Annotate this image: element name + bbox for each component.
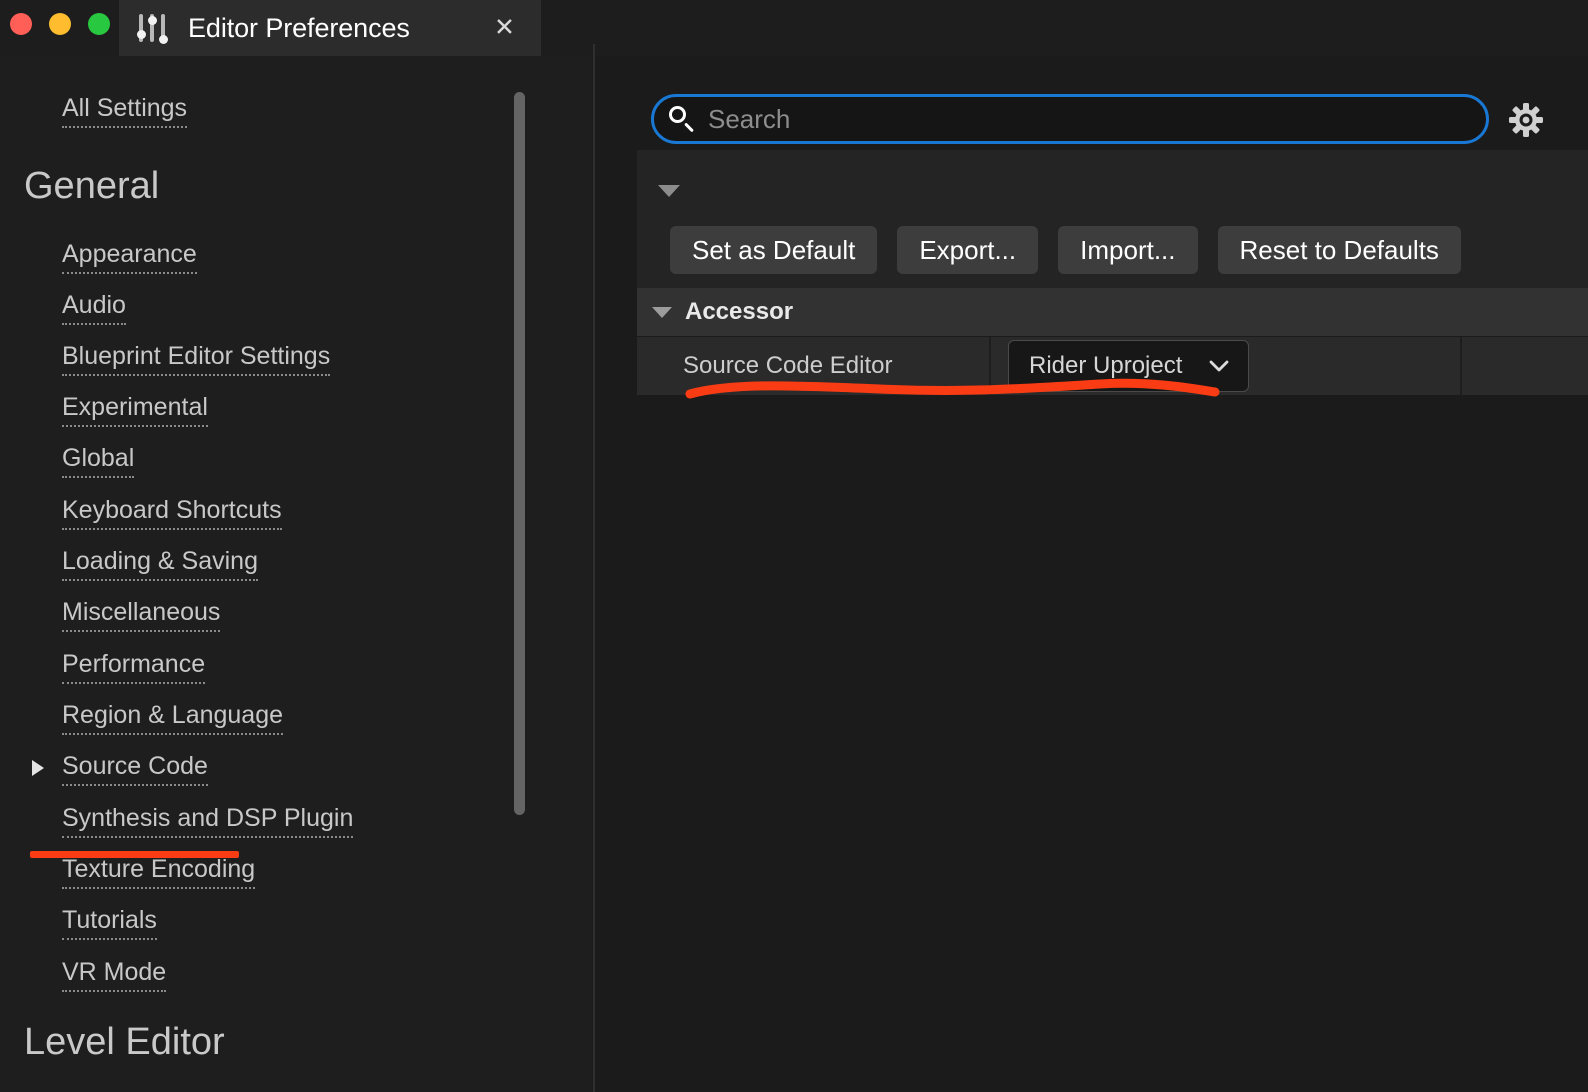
sidebar-heading-level-editor: Level Editor	[24, 1021, 225, 1063]
sidebar-item-label: Performance	[62, 650, 206, 684]
traffic-lights	[10, 13, 110, 35]
set-as-default-button[interactable]: Set as Default	[670, 226, 878, 274]
sidebar-item-source-code[interactable]: Source Code	[62, 752, 208, 786]
property-group-label: Accessor	[685, 298, 794, 325]
close-icon[interactable]: ✕	[494, 15, 515, 41]
gear-icon[interactable]	[1508, 102, 1544, 138]
window-tab[interactable]: Editor Preferences ✕	[119, 0, 541, 56]
sidebar-item-blueprint-editor-settings[interactable]: Blueprint Editor Settings	[62, 342, 331, 376]
sidebar-item-texture-encoding[interactable]: Texture Encoding	[62, 855, 256, 889]
sidebar-item-keyboard-shortcuts[interactable]: Keyboard Shortcuts	[62, 496, 282, 530]
sidebar-item-all-settings[interactable]: All Settings	[62, 94, 188, 128]
chevron-down-icon[interactable]	[652, 306, 672, 318]
window-title: Editor Preferences	[188, 12, 410, 43]
sidebar-item-label: Loading & Saving	[62, 547, 258, 581]
sidebar-item-label: Tutorials	[62, 906, 157, 940]
sidebar-item-loading-and-saving[interactable]: Loading & Saving	[62, 547, 258, 581]
window-minimize-button[interactable]	[49, 13, 71, 35]
search-icon	[666, 104, 696, 134]
search-input[interactable]: Search	[651, 94, 1489, 144]
property-group-header-accessor[interactable]: Accessor	[637, 288, 1588, 336]
sidebar-item-label: Texture Encoding	[62, 855, 256, 889]
sidebar-item-audio[interactable]: Audio	[62, 291, 126, 325]
sliders-icon	[136, 12, 173, 44]
chevron-down-icon	[1208, 355, 1230, 377]
sidebar-item-label: Blueprint Editor Settings	[62, 342, 331, 376]
sidebar-item-label: Source Code	[62, 752, 208, 786]
sidebar-item-label: Synthesis and DSP Plugin	[62, 804, 354, 838]
sidebar-item-label: VR Mode	[62, 958, 167, 992]
sidebar-item-performance[interactable]: Performance	[62, 650, 206, 684]
window-maximize-button[interactable]	[88, 13, 110, 35]
sidebar-item-experimental[interactable]: Experimental	[62, 393, 208, 427]
window-close-button[interactable]	[10, 13, 32, 35]
sidebar-scrollbar[interactable]	[514, 92, 525, 815]
sidebar-item-label: Appearance	[62, 240, 197, 274]
column-divider[interactable]	[1460, 337, 1462, 395]
toolbar-button-row: Set as Default Export... Import... Reset…	[670, 226, 1461, 274]
search-placeholder: Search	[708, 103, 791, 134]
sidebar-item-global[interactable]: Global	[62, 444, 135, 478]
settings-toolbar: Set as Default Export... Import... Reset…	[637, 150, 1588, 288]
sidebar-item-label: Global	[62, 444, 135, 478]
sidebar-heading-general: General	[24, 165, 160, 207]
sidebar-item-label: Experimental	[62, 393, 208, 427]
sidebar-item-miscellaneous[interactable]: Miscellaneous	[62, 598, 221, 632]
import-button[interactable]: Import...	[1058, 226, 1198, 274]
annotation-underline-source-code	[30, 851, 239, 858]
property-label: Source Code Editor	[683, 352, 893, 379]
settings-content: Set as Default Export... Import... Reset…	[637, 150, 1588, 395]
sidebar-item-region-and-language[interactable]: Region & Language	[62, 701, 284, 735]
chevron-down-icon[interactable]	[658, 185, 680, 197]
source-code-editor-dropdown[interactable]: Rider Uproject	[1008, 340, 1250, 392]
settings-sidebar: All Settings General Appearance Audio Bl…	[0, 56, 592, 1092]
sidebar-item-label: Audio	[62, 291, 126, 325]
sidebar-item-label: Miscellaneous	[62, 598, 221, 632]
settings-main-panel: Search Set as Default Export... Import..…	[595, 56, 1588, 1092]
dropdown-value: Rider Uproject	[1029, 352, 1183, 379]
sidebar-item-tutorials[interactable]: Tutorials	[62, 906, 157, 940]
sidebar-item-vr-mode[interactable]: VR Mode	[62, 958, 167, 992]
export-button[interactable]: Export...	[897, 226, 1039, 274]
property-row-source-code-editor: Source Code Editor Rider Uproject	[637, 337, 1588, 395]
title-bar: Editor Preferences ✕	[0, 0, 1588, 56]
sidebar-item-appearance[interactable]: Appearance	[62, 240, 197, 274]
expand-arrow-icon[interactable]	[32, 760, 44, 776]
sidebar-item-label: Region & Language	[62, 701, 284, 735]
sidebar-item-synthesis-and-dsp-plugin[interactable]: Synthesis and DSP Plugin	[62, 804, 354, 838]
search-row: Search	[595, 94, 1588, 150]
reset-to-defaults-button[interactable]: Reset to Defaults	[1217, 226, 1461, 274]
column-divider[interactable]	[989, 337, 991, 395]
sidebar-item-label: All Settings	[62, 94, 188, 128]
sidebar-item-label: Keyboard Shortcuts	[62, 496, 282, 530]
